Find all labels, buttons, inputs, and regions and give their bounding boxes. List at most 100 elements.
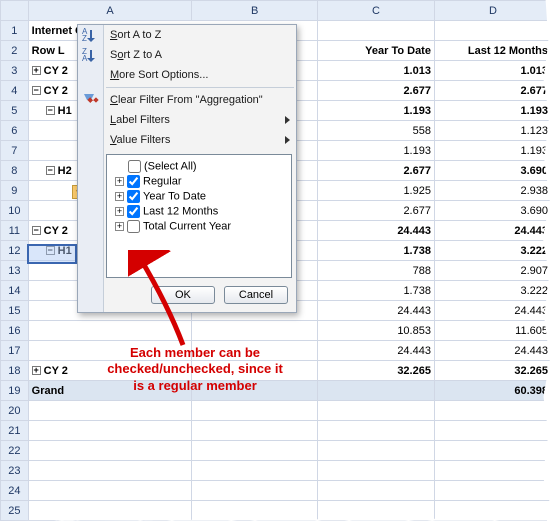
outline-toggle-icon[interactable]: − <box>32 226 41 235</box>
expand-icon[interactable]: + <box>115 222 124 231</box>
more-sort-options[interactable]: More Sort Options... <box>78 65 296 85</box>
expand-icon[interactable]: + <box>115 192 124 201</box>
value-cell[interactable]: 24.443 <box>317 221 434 241</box>
row-header[interactable]: 16 <box>1 321 29 341</box>
value-cell[interactable]: 1.193 <box>317 141 434 161</box>
row-header[interactable]: 22 <box>1 441 29 461</box>
outline-toggle-icon[interactable]: − <box>32 86 41 95</box>
value-cell[interactable]: 24.443 <box>434 341 551 361</box>
row-header[interactable]: 17 <box>1 341 29 361</box>
member-checkbox[interactable] <box>127 220 140 233</box>
value-cell[interactable]: 11.605 <box>434 321 551 341</box>
value-cell[interactable]: 788 <box>317 261 434 281</box>
row-header[interactable]: 19 <box>1 381 29 401</box>
expand-icon[interactable]: + <box>115 177 124 186</box>
value-cell[interactable]: 3.690 <box>434 201 551 221</box>
value-cell[interactable]: 1.925 <box>317 181 434 201</box>
ok-button[interactable]: OK <box>151 286 215 304</box>
expand-icon[interactable]: + <box>115 207 124 216</box>
label-filters[interactable]: Label Filters <box>78 110 296 130</box>
row-header[interactable]: 10 <box>1 201 29 221</box>
row-header[interactable]: 20 <box>1 401 29 421</box>
row-header[interactable]: 7 <box>1 141 29 161</box>
value-cell[interactable]: 2.938 <box>434 181 551 201</box>
cancel-button[interactable]: Cancel <box>224 286 288 304</box>
member-label: Total Current Year <box>143 220 231 232</box>
outline-toggle-icon[interactable]: − <box>46 166 55 175</box>
value-cell[interactable]: 60.398 <box>434 381 551 401</box>
row-header[interactable]: 15 <box>1 301 29 321</box>
clear-filter[interactable]: Clear Filter From "Aggregation" <box>78 90 296 110</box>
value-cell[interactable]: 32.265 <box>317 361 434 381</box>
row-header[interactable]: 11 <box>1 221 29 241</box>
value-cell[interactable]: 24.443 <box>317 301 434 321</box>
tree-item[interactable]: +Last 12 Months <box>111 204 287 219</box>
value-cell[interactable]: 2.677 <box>317 161 434 181</box>
outline-toggle-icon[interactable]: + <box>32 66 41 75</box>
col-header-A[interactable]: A <box>28 1 192 21</box>
sort-desc-icon <box>82 48 98 64</box>
row-header[interactable]: 13 <box>1 261 29 281</box>
member-label: Regular <box>143 175 182 187</box>
row-header[interactable]: 23 <box>1 461 29 481</box>
value-cell[interactable]: 10.853 <box>317 321 434 341</box>
outline-toggle-icon[interactable]: + <box>32 366 41 375</box>
col-header-D[interactable]: D <box>434 1 551 21</box>
sort-asc-icon <box>82 28 98 44</box>
row-header[interactable]: 8 <box>1 161 29 181</box>
tree-item[interactable]: + Year To Date <box>111 189 287 204</box>
member-checkbox[interactable] <box>127 205 140 218</box>
sort-z-to-a[interactable]: Sort Z to A <box>78 45 296 65</box>
outline-toggle-icon[interactable]: − <box>46 106 55 115</box>
value-cell[interactable]: 1.013 <box>317 61 434 81</box>
col-header-B[interactable]: B <box>192 1 318 21</box>
value-cell[interactable]: 558 <box>317 121 434 141</box>
value-cell[interactable]: 1.193 <box>317 101 434 121</box>
value-cell[interactable]: 24.443 <box>317 341 434 361</box>
value-cell[interactable]: 2.907 <box>434 261 551 281</box>
value-cell[interactable]: 1.738 <box>317 281 434 301</box>
row-header[interactable]: 9 <box>1 181 29 201</box>
row-header[interactable]: 2 <box>1 41 29 61</box>
value-cell[interactable]: 2.677 <box>434 81 551 101</box>
row-header[interactable]: 24 <box>1 481 29 501</box>
row-header[interactable]: 1 <box>1 21 29 41</box>
member-label: Year To Date <box>143 190 206 202</box>
value-cell[interactable]: 3.690 <box>434 161 551 181</box>
col-l12m[interactable]: Last 12 Months <box>434 41 551 61</box>
tree-item[interactable]: + Regular <box>111 174 287 189</box>
row-header[interactable]: 14 <box>1 281 29 301</box>
row-header[interactable]: 18 <box>1 361 29 381</box>
select-all-corner[interactable] <box>1 1 29 21</box>
tree-item[interactable]: + Total Current Year <box>111 219 287 234</box>
value-cell[interactable]: 32.265 <box>434 361 551 381</box>
tree-item[interactable]: (Select All) <box>111 159 287 174</box>
value-filters[interactable]: Value Filters <box>78 130 296 150</box>
row-header[interactable]: 6 <box>1 121 29 141</box>
value-cell[interactable]: 1.193 <box>434 141 551 161</box>
col-ytd[interactable]: Year To Date <box>317 41 434 61</box>
row-header[interactable]: 12 <box>1 241 29 261</box>
row-header[interactable]: 4 <box>1 81 29 101</box>
value-cell[interactable]: 24.443 <box>434 301 551 321</box>
value-cell[interactable]: 1.123 <box>434 121 551 141</box>
member-checkbox[interactable] <box>128 160 141 173</box>
row-header[interactable]: 25 <box>1 501 29 521</box>
col-header-C[interactable]: C <box>317 1 434 21</box>
value-cell[interactable]: 1.193 <box>434 101 551 121</box>
value-cell[interactable]: 3.222 <box>434 281 551 301</box>
sort-a-to-z[interactable]: Sort A to Z <box>78 25 296 45</box>
value-cell[interactable]: 24.443 <box>434 221 551 241</box>
value-cell[interactable]: 2.677 <box>317 81 434 101</box>
value-cell[interactable]: 2.677 <box>317 201 434 221</box>
value-cell[interactable]: 1.013 <box>434 61 551 81</box>
member-checkbox[interactable] <box>127 190 140 203</box>
member-checkbox[interactable] <box>127 175 140 188</box>
row-header[interactable]: 21 <box>1 421 29 441</box>
value-cell[interactable]: 3.222 <box>434 241 551 261</box>
row-header[interactable]: 3 <box>1 61 29 81</box>
value-cell[interactable]: 1.738 <box>317 241 434 261</box>
value-cell[interactable] <box>317 381 434 401</box>
row-header[interactable]: 5 <box>1 101 29 121</box>
row-label[interactable] <box>28 321 192 341</box>
